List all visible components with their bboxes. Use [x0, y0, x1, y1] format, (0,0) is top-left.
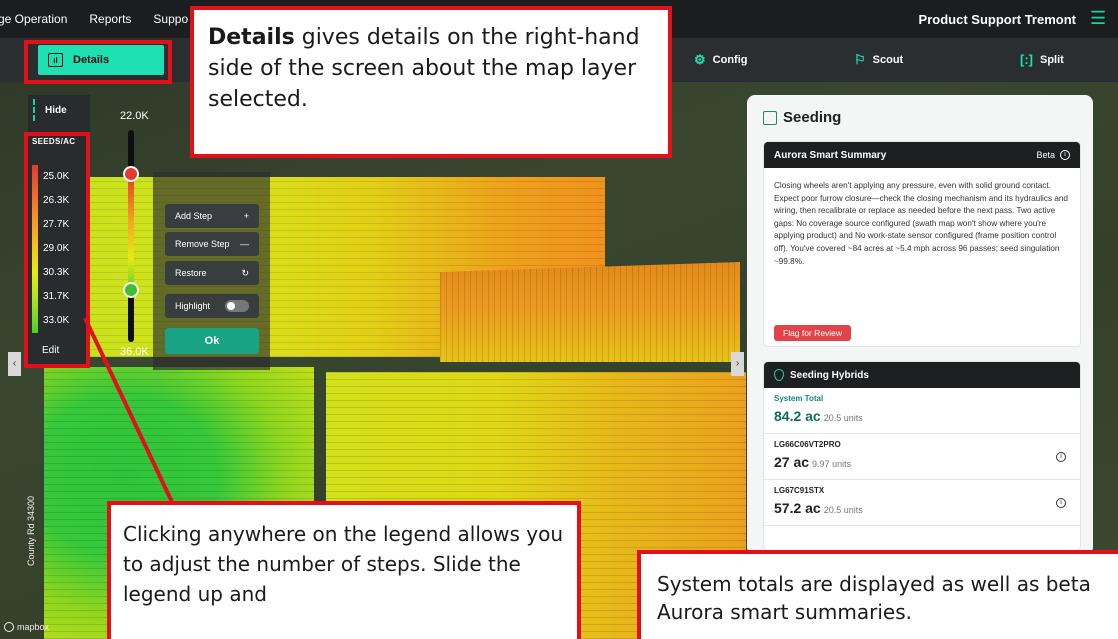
details-callout: Details gives details on the right-hand …	[190, 6, 672, 158]
legend-callout: Clicking anywhere on the legend allows y…	[107, 501, 581, 639]
mapbox-label: mapbox	[17, 622, 50, 632]
mapbox-logo-icon	[4, 622, 14, 632]
mapbox-attribution[interactable]: mapbox	[4, 622, 49, 632]
details-callout-bold: Details	[208, 25, 295, 50]
totals-callout: System totals are displayed as well as b…	[637, 550, 1118, 639]
